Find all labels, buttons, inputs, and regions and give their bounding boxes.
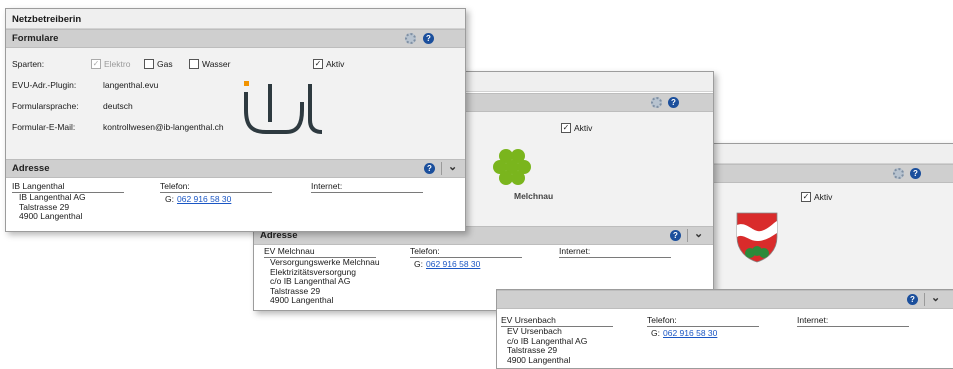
window-title: Netzbetreiberin: [12, 14, 82, 25]
address-line: 4900 Langenthal: [507, 354, 571, 365]
plugin-value: langenthal.evu: [103, 80, 159, 90]
melchnau-logo-text: Melchnau: [514, 191, 554, 201]
sparten-label: Sparten:: [12, 59, 45, 69]
formularsprache-value: deutsch: [103, 101, 133, 111]
telefon-column-header: Telefon:: [410, 246, 522, 258]
phone-link[interactable]: 062 916 58 30: [426, 259, 480, 269]
header-separator: [441, 162, 442, 175]
ibl-logo: [244, 81, 323, 134]
window-titlebar: [713, 144, 953, 164]
gear-icon[interactable]: [405, 33, 416, 44]
elektro-label: Elektro: [104, 59, 131, 69]
ursenbach-coat-of-arms-logo: [736, 212, 778, 263]
adresse-panel-header: ? ⌄: [497, 290, 953, 309]
aktiv-checkbox[interactable]: ✓: [801, 192, 811, 202]
formular-email-label: Formular-E-Mail:: [12, 122, 76, 132]
phone-type-label: G:: [414, 259, 423, 269]
header-separator: [924, 293, 925, 306]
wasser-checkbox[interactable]: [189, 59, 199, 69]
help-icon[interactable]: ?: [670, 230, 681, 241]
address-line: 4900 Langenthal: [270, 295, 334, 305]
internet-column-header: Internet:: [311, 181, 423, 193]
melchnau-logo: [493, 149, 531, 185]
phone-link[interactable]: 062 916 58 30: [177, 194, 231, 204]
adresse-panel-body: IB Langenthal Telefon: Internet: IB Lang…: [6, 178, 465, 231]
formulare-panel-body: ✓ Aktiv: [713, 183, 953, 290]
address-line: 4900 Langenthal: [19, 211, 83, 221]
telefon-column-header: Telefon:: [160, 181, 272, 193]
gear-icon[interactable]: [651, 97, 662, 108]
formular-email-value: kontrollwesen@ib-langenthal.ch: [103, 122, 224, 132]
elektro-checkbox[interactable]: ✓: [91, 59, 101, 69]
chevron-down-icon[interactable]: ⌄: [931, 293, 940, 304]
window-ib-langenthal: Netzbetreiberin Formulare ? Sparten: ✓ E…: [5, 8, 466, 232]
formulare-header-title: Formulare: [12, 33, 59, 44]
window-titlebar: Netzbetreiberin: [6, 9, 465, 29]
gas-checkbox[interactable]: [144, 59, 154, 69]
internet-column-header: Internet:: [559, 246, 671, 258]
wasser-label: Wasser: [202, 59, 231, 69]
formulare-panel-header: Formulare ?: [6, 29, 465, 48]
formulare-panel-body: Sparten: ✓ Elektro Gas Wasser ✓ Aktiv EV…: [6, 48, 465, 159]
aktiv-checkbox[interactable]: ✓: [313, 59, 323, 69]
phone-type-label: G:: [165, 194, 174, 204]
adresse-panel-header: Adresse ? ⌄: [6, 159, 465, 178]
gear-icon[interactable]: [893, 168, 904, 179]
chevron-down-icon[interactable]: ⌄: [694, 229, 703, 240]
header-separator: [687, 229, 688, 242]
help-icon[interactable]: ?: [910, 168, 921, 179]
help-icon[interactable]: ?: [907, 294, 918, 305]
help-icon[interactable]: ?: [424, 163, 435, 174]
aktiv-label: Aktiv: [574, 123, 593, 133]
formularsprache-label: Formularsprache:: [12, 101, 79, 111]
adresse-header-title: Adresse: [12, 163, 50, 174]
help-icon[interactable]: ?: [423, 33, 434, 44]
aktiv-label: Aktiv: [326, 59, 345, 69]
phone-link[interactable]: 062 916 58 30: [663, 328, 717, 338]
gas-label: Gas: [157, 59, 173, 69]
formulare-panel-header: ?: [713, 164, 953, 183]
plugin-label: EVU-Adr.-Plugin:: [12, 80, 77, 90]
help-icon[interactable]: ?: [668, 97, 679, 108]
aktiv-checkbox[interactable]: ✓: [561, 123, 571, 133]
chevron-down-icon[interactable]: ⌄: [448, 162, 457, 173]
telefon-column-header: Telefon:: [647, 315, 759, 327]
adresse-panel-body: EV Ursenbach Telefon: Internet: EV Ursen…: [497, 309, 953, 368]
phone-type-label: G:: [651, 328, 660, 338]
aktiv-label: Aktiv: [814, 192, 833, 202]
internet-column-header: Internet:: [797, 315, 909, 327]
window-ev-ursenbach-address: ? ⌄ EV Ursenbach Telefon: Internet: EV U…: [496, 289, 953, 369]
